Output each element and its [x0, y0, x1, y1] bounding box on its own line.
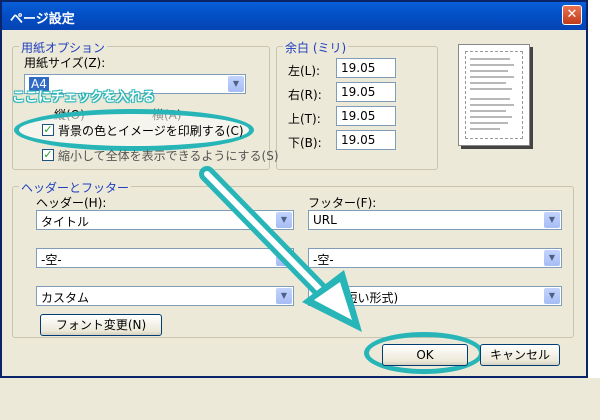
margin-bottom-input[interactable]: 19.05 [336, 130, 396, 150]
window-background [0, 378, 600, 420]
footer-select-2-value: -空- [313, 253, 334, 267]
header-select-1-value: タイトル [41, 215, 90, 229]
chevron-down-icon[interactable]: ▼ [544, 250, 560, 266]
header-select-2[interactable]: -空- ▼ [36, 248, 294, 268]
margins-title: 余白 (ミリ) [283, 39, 349, 56]
chevron-down-icon[interactable]: ▼ [544, 212, 560, 228]
margin-right-input[interactable]: 19.05 [336, 82, 396, 102]
dialog-title: ページ設定 [10, 12, 75, 27]
shrink-to-fit-label[interactable]: 縮小して全体を表示できるようにする(S) [58, 147, 279, 164]
cancel-button[interactable]: キャンセル [480, 344, 560, 366]
margin-left-label: 左(L): [288, 64, 321, 78]
print-background-label[interactable]: 背景の色とイメージを印刷する(C) [58, 122, 244, 139]
footer-select-1[interactable]: URL ▼ [308, 210, 562, 230]
chevron-down-icon[interactable]: ▼ [276, 250, 292, 266]
page-setup-dialog: ページ設定 ✕ 用紙オプション 用紙サイズ(Z): A4 ▼ 縦(O) 横(A)… [0, 0, 588, 378]
title-bar: ページ設定 ✕ [2, 2, 586, 30]
font-change-button[interactable]: フォント変更(N) [40, 314, 162, 336]
page-preview [458, 44, 530, 146]
footer-select-3-value: 日付 (短い形式) [313, 291, 399, 305]
ok-button[interactable]: OK [382, 344, 468, 366]
close-icon[interactable]: ✕ [562, 5, 582, 25]
footer-select-2[interactable]: -空- ▼ [308, 248, 562, 268]
chevron-down-icon[interactable]: ▼ [228, 76, 244, 92]
chevron-down-icon[interactable]: ▼ [544, 288, 560, 304]
paper-size-label: 用紙サイズ(Z): [24, 56, 106, 70]
margin-left-input[interactable]: 19.05 [336, 58, 396, 78]
margin-bottom-label: 下(B): [288, 136, 322, 150]
margin-right-label: 右(R): [288, 88, 322, 102]
footer-select-1-value: URL [313, 213, 337, 227]
header-label: ヘッダー(H): [36, 196, 107, 210]
shrink-to-fit-checkbox[interactable]: ✓ [42, 149, 54, 161]
header-select-3[interactable]: カスタム ▼ [36, 286, 294, 306]
chevron-down-icon[interactable]: ▼ [276, 212, 292, 228]
margin-top-label: 上(T): [288, 112, 321, 126]
callout-label: ここにチェックを入れる [12, 90, 156, 105]
header-select-3-value: カスタム [41, 291, 90, 305]
print-background-checkbox[interactable]: ✓ [42, 124, 54, 136]
chevron-down-icon[interactable]: ▼ [276, 288, 292, 304]
footer-select-3[interactable]: 日付 (短い形式) ▼ [308, 286, 562, 306]
header-select-2-value: -空- [41, 253, 62, 267]
footer-label: フッター(F): [308, 196, 377, 210]
margin-top-input[interactable]: 19.05 [336, 106, 396, 126]
header-select-1[interactable]: タイトル ▼ [36, 210, 294, 230]
